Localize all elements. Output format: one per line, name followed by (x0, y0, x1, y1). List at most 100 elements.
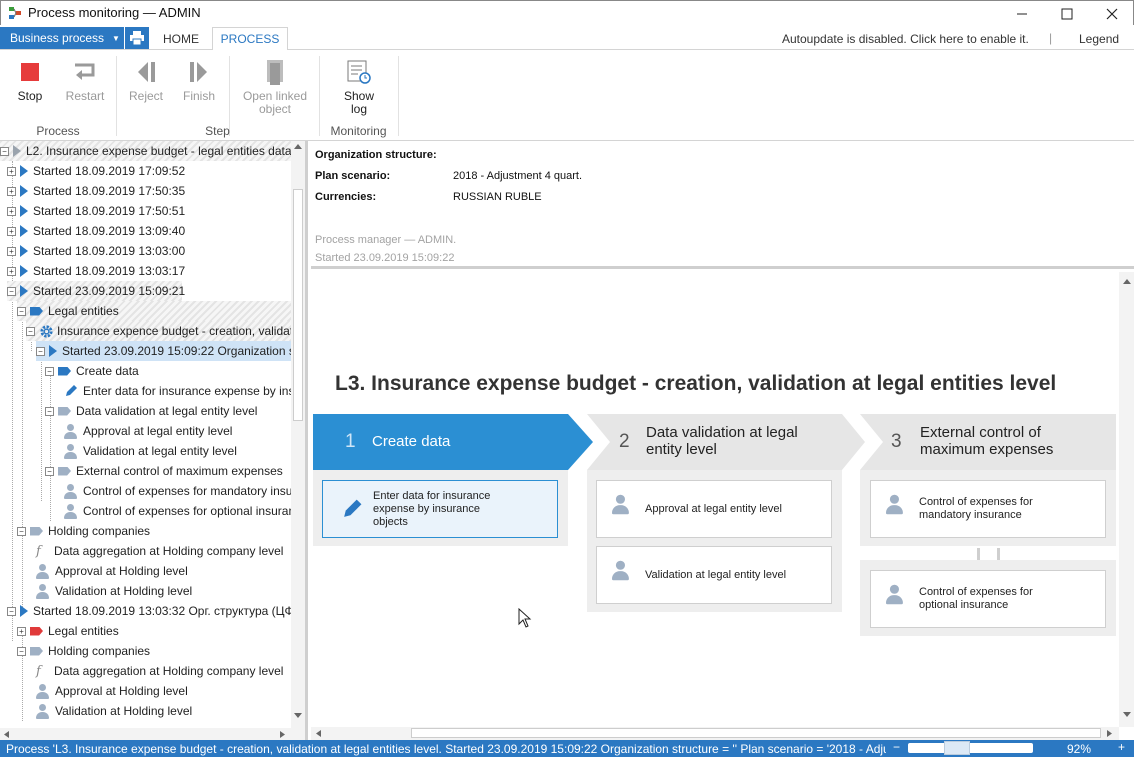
diagram-horizontal-scrollbar[interactable] (311, 727, 1119, 740)
minimize-button[interactable] (999, 1, 1045, 26)
tree-item[interactable]: Control of expenses for mandatory insura… (64, 481, 305, 501)
tree-item[interactable]: + Started 18.09.2019 17:50:51 (7, 201, 185, 221)
expand-toggle[interactable]: + (7, 166, 16, 176)
collapse-toggle[interactable]: − (45, 366, 54, 376)
tree-item-label: Started 18.09.2019 13:03:17 (33, 264, 186, 278)
tree-item[interactable]: + Started 18.09.2019 13:03:00 (7, 241, 185, 261)
finish-button[interactable]: Finish (177, 58, 221, 103)
tree-item[interactable]: − Legal entities (17, 301, 291, 321)
tree-item[interactable]: − Holding companies (17, 641, 150, 661)
print-button[interactable] (125, 27, 149, 49)
stage-3-number: 3 (891, 431, 902, 452)
collapse-toggle[interactable]: − (36, 346, 45, 356)
process-icon (13, 145, 21, 157)
collapse-toggle[interactable]: − (17, 306, 26, 316)
stage-1-name: Create data (372, 433, 451, 450)
tree-item[interactable]: − Holding companies (17, 521, 150, 541)
zoom-slider-thumb[interactable] (944, 741, 970, 755)
business-process-label: Business process (10, 31, 105, 45)
scrollbar-thumb[interactable] (411, 728, 1101, 738)
finish-label: Finish (182, 89, 215, 103)
zoom-slider[interactable] (908, 743, 1033, 753)
collapse-toggle[interactable]: − (7, 606, 16, 616)
tree-item[interactable]: Approval at Holding level (36, 681, 188, 701)
collapse-toggle[interactable]: − (45, 466, 54, 476)
tree-item[interactable]: − External control of maximum expenses (45, 461, 283, 481)
collapse-toggle[interactable]: − (17, 526, 26, 536)
business-process-menu[interactable]: Business process ▼ (0, 27, 124, 49)
tree-item[interactable]: Validation at legal entity level (64, 441, 237, 461)
expand-toggle[interactable]: + (7, 246, 16, 256)
tree-item[interactable]: + Started 18.09.2019 13:09:40 (7, 221, 185, 241)
collapse-toggle[interactable]: − (17, 646, 26, 656)
tree-item[interactable]: + Legal entities (17, 621, 119, 641)
tree-item[interactable]: Validation at Holding level (36, 701, 192, 721)
zoom-out-button[interactable]: − (893, 740, 900, 754)
mouse-cursor-icon (518, 608, 532, 628)
tree-item[interactable]: − Started 18.09.2019 13:03:32 Орг. структ… (7, 601, 302, 621)
expand-toggle[interactable]: + (7, 206, 16, 216)
task-card-approval[interactable]: Approval at legal entity level (596, 480, 832, 538)
tree-item[interactable]: − Data validation at legal entity level (45, 401, 257, 421)
zoom-in-button[interactable]: + (1118, 740, 1125, 754)
tree-item[interactable]: Approval at Holding level (36, 561, 188, 581)
task-card-label: Enter data for insurance expense by insu… (373, 489, 491, 528)
collapse-toggle[interactable]: − (7, 286, 16, 296)
restart-label: Restart (65, 89, 105, 103)
expand-toggle[interactable]: + (7, 266, 16, 276)
process-tree: − L2. Insurance expense budget - legal e… (0, 141, 308, 740)
open-linked-object-button[interactable]: Open linked object (238, 58, 312, 116)
show-log-button[interactable]: Show log (336, 58, 382, 116)
tree-item-label: Approval at legal entity level (83, 424, 233, 438)
tree-item[interactable]: + Started 18.09.2019 17:09:52 (7, 161, 185, 181)
tree-item[interactable]: f Data aggregation at Holding company lev… (36, 661, 283, 681)
window-title: Process monitoring — ADMIN (28, 5, 201, 20)
run-icon (20, 165, 28, 177)
diagram-vertical-scrollbar[interactable] (1119, 272, 1134, 727)
collapse-toggle[interactable]: − (26, 326, 35, 336)
tree-item[interactable]: + Started 18.09.2019 13:03:17 (7, 261, 185, 281)
tree-item[interactable]: − Create data (45, 361, 139, 381)
scroll-right-icon (280, 731, 285, 738)
restart-button[interactable]: Restart (62, 58, 108, 103)
scroll-down-icon (1123, 712, 1131, 717)
plan-scenario-value: 2018 - Adjustment 4 quart. (453, 170, 583, 182)
task-card-enter-data[interactable]: Enter data for insurance expense by insu… (322, 480, 558, 538)
tree-item[interactable]: Validation at Holding level (36, 581, 192, 601)
stage-2-name: Data validation at legal entity level (646, 424, 798, 458)
minimize-icon (1017, 13, 1027, 14)
run-icon (20, 225, 28, 237)
title-bar: Process monitoring — ADMIN (0, 0, 1134, 25)
task-card-mandatory[interactable]: Control of expenses for mandatory insura… (870, 480, 1106, 538)
open-linked-label-2: object (258, 102, 292, 116)
expand-toggle[interactable]: + (7, 186, 16, 196)
tree-item[interactable]: + Started 18.09.2019 17:50:35 (7, 181, 185, 201)
autoupdate-link[interactable]: Autoupdate is disabled. Click here to en… (782, 32, 1029, 46)
legend-link[interactable]: Legend (1079, 32, 1119, 46)
tree-horizontal-scrollbar[interactable] (0, 728, 305, 740)
tree-vertical-scrollbar[interactable] (291, 141, 305, 731)
ribbon: Stop Restart Reject Finish Open linked o… (0, 50, 1134, 141)
tree-item[interactable]: Approval at legal entity level (64, 421, 232, 441)
expand-toggle[interactable]: + (17, 626, 26, 636)
tree-item[interactable]: Enter data for insurance expense by insu… (64, 381, 305, 401)
group-label-step: Step (205, 124, 230, 138)
reject-button[interactable]: Reject (124, 58, 168, 103)
tree-item[interactable]: − Insurance expence budget - creation, v… (26, 321, 305, 341)
tree-item[interactable]: Control of expenses for optional insuran… (64, 501, 305, 521)
tree-item[interactable]: f Data aggregation at Holding company lev… (36, 541, 283, 561)
scrollbar-thumb[interactable] (293, 189, 303, 421)
stop-button[interactable]: Stop (10, 58, 50, 103)
collapse-toggle[interactable]: − (0, 146, 9, 156)
tree-root[interactable]: − L2. Insurance expense budget - legal e… (0, 141, 305, 161)
collapse-toggle[interactable]: − (45, 406, 54, 416)
tree-item[interactable]: − Started 23.09.2019 15:09:21 (7, 281, 185, 301)
maximize-button[interactable] (1044, 1, 1090, 26)
tree-item-selected[interactable]: − Started 23.09.2019 15:09:22 Organizatio… (36, 341, 305, 361)
close-button[interactable] (1089, 1, 1134, 26)
tab-home[interactable]: HOME (152, 27, 210, 51)
task-card-optional[interactable]: Control of expenses for optional insuran… (870, 570, 1106, 628)
task-card-validation[interactable]: Validation at legal entity level (596, 546, 832, 604)
tab-process[interactable]: PROCESS (212, 27, 288, 51)
expand-toggle[interactable]: + (7, 226, 16, 236)
